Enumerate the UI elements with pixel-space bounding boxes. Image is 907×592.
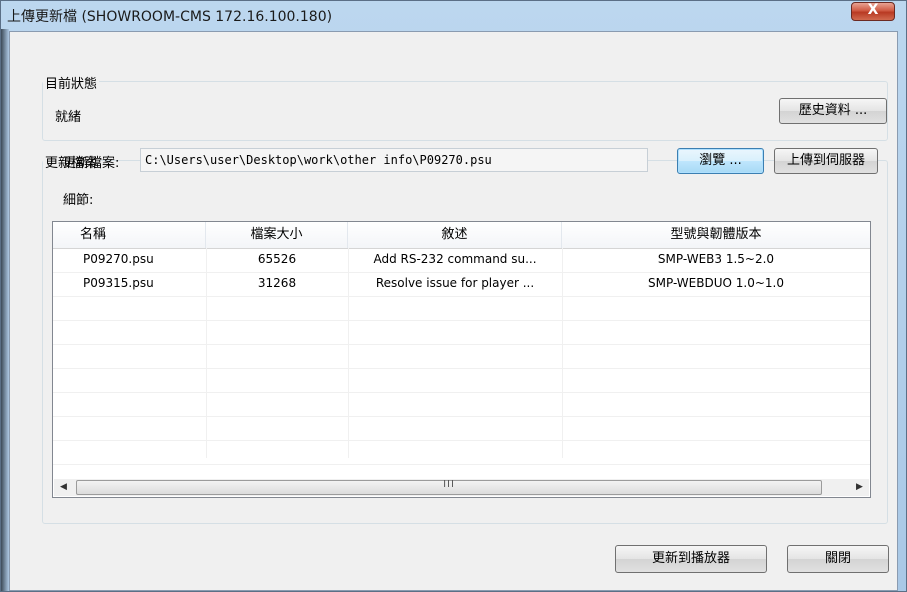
status-group	[42, 81, 888, 141]
cell-name: P09270.psu	[83, 252, 154, 266]
column-header-size[interactable]: 檔案大小	[206, 222, 348, 248]
browse-button-label: 瀏覽 ...	[699, 153, 742, 168]
upload-button-label: 上傳到伺服器	[786, 153, 865, 168]
scrollbar-thumb[interactable]: III	[76, 479, 822, 495]
close-button[interactable]: 關閉	[787, 545, 889, 573]
column-header-name[interactable]: 名稱	[53, 222, 206, 248]
cell-size: 31268	[257, 276, 297, 290]
scroll-left-icon[interactable]: ◀	[55, 479, 72, 496]
cell-description: Add RS-232 command su...	[373, 252, 537, 266]
horizontal-scrollbar[interactable]: ◀ III ▶	[54, 479, 869, 496]
cell-model-firmware: SMP-WEB3 1.5~2.0	[657, 252, 775, 266]
cell-description: Resolve issue for player ...	[375, 276, 535, 290]
dialog-window: 上傳更新檔 (SHOWROOM-CMS 172.16.100.180) X 目前…	[0, 0, 907, 592]
empty-row	[53, 344, 870, 369]
update-player-button[interactable]: 更新到播放器	[615, 545, 767, 573]
cell-name: P09315.psu	[83, 276, 154, 290]
cell-size: 65526	[257, 252, 297, 266]
history-button-label: 歷史資料 ...	[798, 103, 868, 118]
empty-row	[53, 440, 870, 465]
close-button-label: 關閉	[824, 551, 851, 566]
file-path-field[interactable]: C:\Users\user\Desktop\work\other info\P0…	[140, 148, 648, 172]
update-player-button-label: 更新到播放器	[651, 551, 730, 566]
cell-model-firmware: SMP-WEBDUO 1.0~1.0	[648, 276, 784, 290]
title-bar[interactable]: 上傳更新檔 (SHOWROOM-CMS 172.16.100.180) X	[1, 1, 906, 29]
table-row[interactable]: P09315.psu 31268 Resolve issue for playe…	[53, 272, 870, 297]
browse-button[interactable]: 瀏覽 ...	[677, 148, 764, 174]
details-label: 細節:	[63, 193, 94, 208]
empty-row	[53, 296, 870, 321]
column-header-description[interactable]: 敘述	[348, 222, 562, 248]
upload-to-server-button[interactable]: 上傳到伺服器	[774, 148, 878, 174]
file-list-view[interactable]: 名稱 檔案大小 敘述 型號與韌體版本 P09270.psu 65526 Add …	[52, 221, 871, 498]
table-row[interactable]: P09270.psu 65526 Add RS-232 command su..…	[53, 248, 870, 273]
scroll-grip-icon: III	[443, 479, 455, 490]
window-left-edge	[1, 29, 9, 591]
file-path-label: 更新檔案:	[63, 156, 120, 171]
empty-row	[53, 320, 870, 345]
scroll-right-icon[interactable]: ▶	[851, 479, 868, 496]
empty-row	[53, 392, 870, 417]
close-window-button[interactable]: X	[851, 2, 895, 21]
history-button[interactable]: 歷史資料 ...	[779, 98, 887, 124]
close-icon: X	[867, 2, 879, 18]
list-header: 名稱 檔案大小 敘述 型號與韌體版本	[53, 222, 870, 249]
window-title: 上傳更新檔 (SHOWROOM-CMS 172.16.100.180)	[7, 9, 333, 25]
column-header-model-firmware[interactable]: 型號與韌體版本	[562, 222, 870, 248]
status-text: 就緒	[55, 110, 82, 125]
empty-row	[53, 416, 870, 441]
status-group-legend: 目前狀態	[43, 73, 100, 92]
empty-row	[53, 368, 870, 393]
